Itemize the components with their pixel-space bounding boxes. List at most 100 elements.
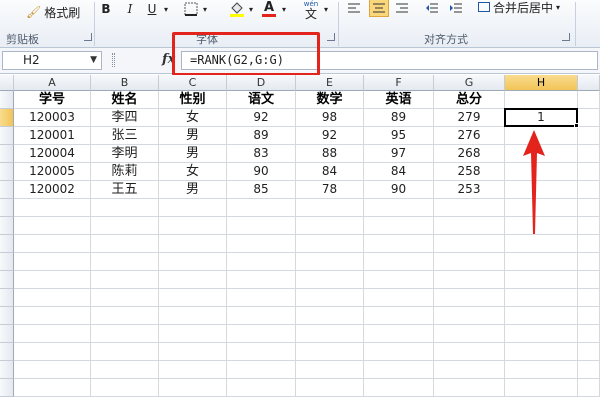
empty-cell[interactable] [91,199,159,217]
empty-cell[interactable] [14,253,91,271]
empty-cell[interactable] [14,379,91,397]
empty-cell[interactable] [364,379,434,397]
table-header-cell[interactable]: 语文 [227,91,296,109]
table-cell[interactable]: 陈莉 [91,163,159,181]
table-cell[interactable]: 279 [434,109,505,127]
row-header[interactable] [0,109,14,127]
empty-cell[interactable] [296,289,364,307]
empty-cell[interactable] [227,271,296,289]
table-cell[interactable]: 120002 [14,181,91,199]
table-header-cell[interactable]: 学号 [14,91,91,109]
row-header[interactable] [0,163,14,181]
table-cell[interactable]: 女 [159,109,227,127]
table-cell[interactable]: 120003 [14,109,91,127]
empty-cell[interactable] [296,235,364,253]
empty-cell[interactable] [296,361,364,379]
empty-cell[interactable] [505,343,578,361]
table-header-cell[interactable]: 英语 [364,91,434,109]
empty-cell[interactable] [159,379,227,397]
empty-cell[interactable] [505,271,578,289]
table-header-cell[interactable]: 性别 [159,91,227,109]
row-header[interactable] [0,343,14,361]
empty-cell[interactable] [159,217,227,235]
empty-cell[interactable] [14,217,91,235]
empty-cell[interactable] [159,253,227,271]
table-cell[interactable]: 女 [159,163,227,181]
table-cell[interactable]: 120004 [14,145,91,163]
empty-cell[interactable] [296,199,364,217]
empty-cell[interactable] [14,235,91,253]
table-cell[interactable]: 84 [364,163,434,181]
empty-cell[interactable] [91,343,159,361]
table-cell[interactable]: 88 [296,145,364,163]
empty-cell[interactable] [91,253,159,271]
table-cell[interactable]: 92 [296,127,364,145]
table-cell[interactable]: 90 [364,181,434,199]
empty-cell[interactable] [434,199,505,217]
empty-cell[interactable] [505,325,578,343]
column-header-g[interactable]: G [434,75,505,91]
table-cell[interactable]: 王五 [91,181,159,199]
name-box-dropdown-icon[interactable]: ▼ [90,52,97,69]
table-cell[interactable]: 95 [364,127,434,145]
empty-cell[interactable] [364,289,434,307]
empty-cell[interactable] [578,379,600,397]
empty-cell[interactable] [296,379,364,397]
empty-cell[interactable] [434,307,505,325]
empty-cell[interactable] [227,307,296,325]
table-cell[interactable]: 李四 [91,109,159,127]
empty-cell[interactable] [578,343,600,361]
empty-cell[interactable] [14,325,91,343]
empty-cell[interactable] [159,199,227,217]
align-right-icon[interactable] [394,0,410,16]
row-header[interactable] [0,217,14,235]
font-launcher-icon[interactable] [327,33,335,41]
empty-cell[interactable] [364,271,434,289]
name-box[interactable]: H2 ▼ [2,51,102,70]
empty-cell[interactable] [434,235,505,253]
table-header-cell[interactable]: 姓名 [91,91,159,109]
empty-cell[interactable] [91,289,159,307]
empty-cell[interactable] [505,379,578,397]
table-header-cell[interactable]: 总分 [434,91,505,109]
phonetic-guide-button[interactable]: wén 文 [300,0,322,20]
bold-button[interactable]: B [98,1,114,17]
table-cell[interactable]: 120005 [14,163,91,181]
empty-cell[interactable] [14,307,91,325]
empty-cell[interactable] [159,343,227,361]
empty-cell[interactable] [578,361,600,379]
empty-cell[interactable] [434,217,505,235]
empty-cell[interactable] [91,307,159,325]
empty-cell[interactable] [296,253,364,271]
empty-cell[interactable] [227,361,296,379]
empty-cell[interactable] [505,289,578,307]
borders-dropdown-icon[interactable]: ▾ [201,2,209,16]
spreadsheet-grid[interactable]: A B C D E F G H 学号 姓名 性别 语文 数学 英语 总分 120003 李四女 92 98 89 279… [0,75,600,400]
empty-cell[interactable] [434,325,505,343]
row-header[interactable] [0,307,14,325]
merge-center-button[interactable]: 合并后居中 ▾ [478,0,560,15]
borders-icon[interactable] [183,2,199,16]
empty-cell[interactable] [578,163,600,181]
format-painter-button[interactable]: 🖌 格式刷 [26,3,80,21]
empty-cell[interactable] [434,289,505,307]
empty-cell[interactable] [14,199,91,217]
empty-cell[interactable] [505,235,578,253]
row-header[interactable] [0,145,14,163]
row-header[interactable] [0,379,14,397]
empty-cell[interactable] [159,325,227,343]
column-header-a[interactable]: A [14,75,91,91]
empty-cell[interactable] [578,199,600,217]
empty-cell[interactable] [227,217,296,235]
empty-cell[interactable] [434,379,505,397]
alignment-launcher-icon[interactable] [562,33,570,41]
column-header-e[interactable]: E [296,75,364,91]
row-header[interactable] [0,91,14,109]
clipboard-launcher-icon[interactable] [84,33,92,41]
empty-cell[interactable] [91,361,159,379]
table-cell[interactable]: 85 [227,181,296,199]
empty-cell[interactable] [364,343,434,361]
underline-button[interactable]: U [144,1,160,17]
column-header-overflow[interactable] [578,75,600,91]
table-cell[interactable]: 92 [227,109,296,127]
